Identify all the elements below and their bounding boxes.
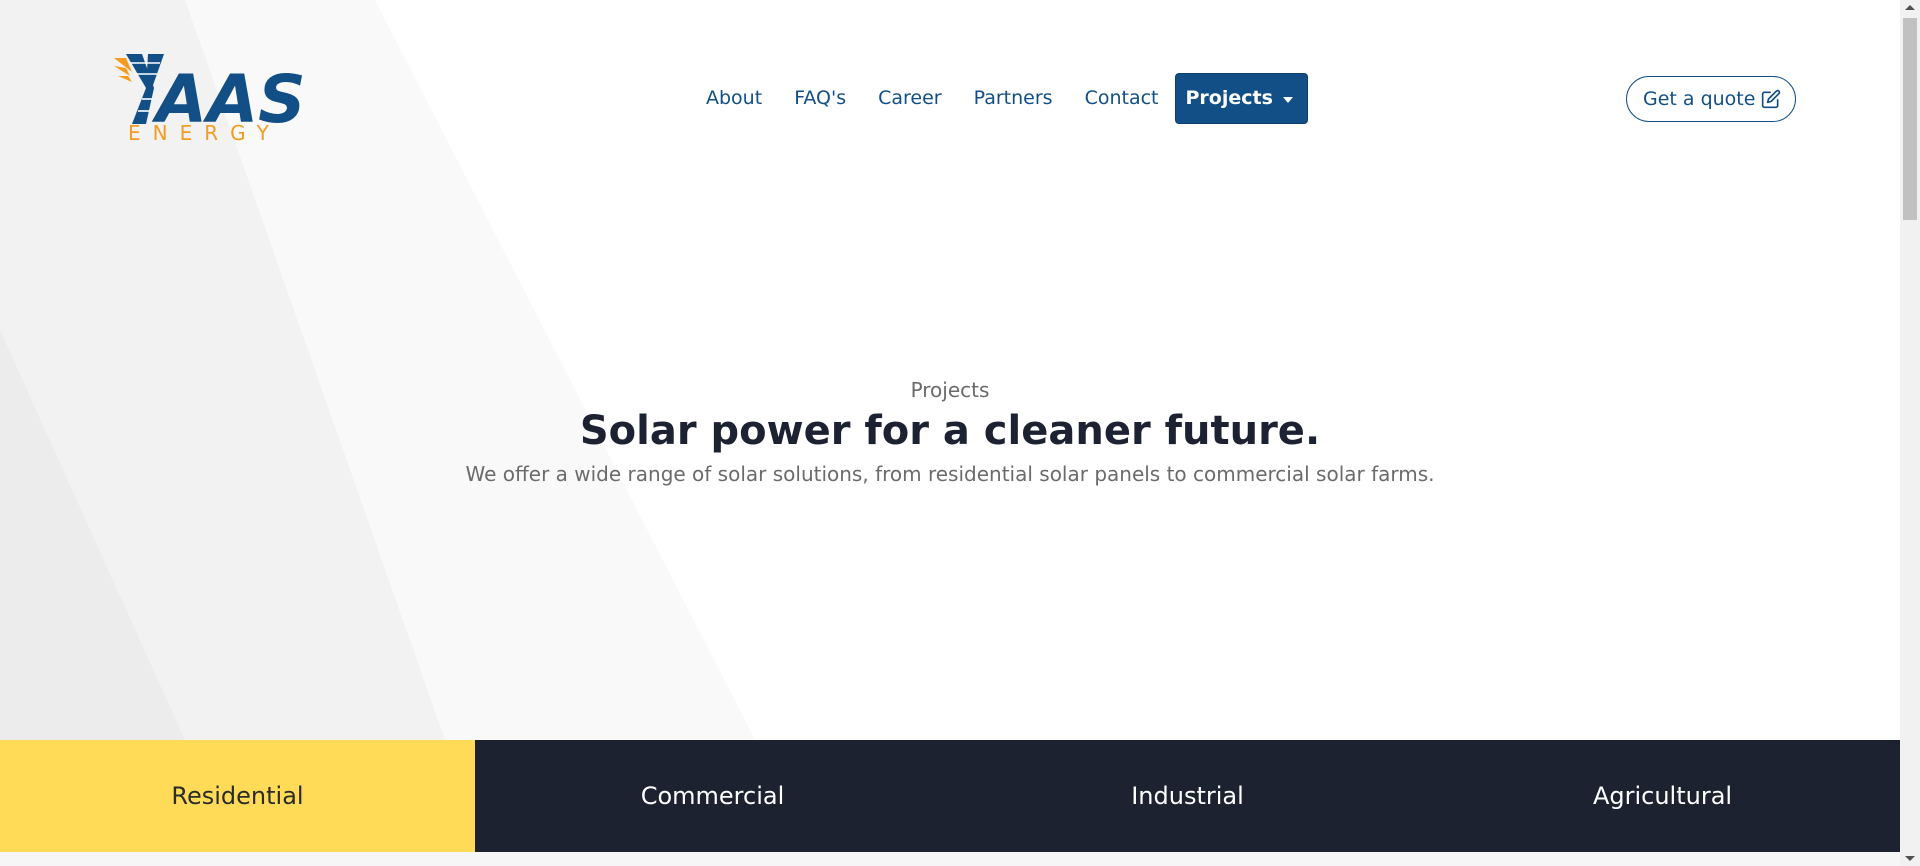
site-logo[interactable]: AAS ENERGY [112, 54, 312, 145]
caret-down-icon [1282, 96, 1293, 103]
scroll-down-arrow-icon[interactable] [1905, 856, 1915, 861]
get-a-quote-label: Get a quote [1643, 88, 1756, 110]
nav-link-faqs[interactable]: FAQ's [778, 73, 862, 124]
page-scrollbar[interactable] [1900, 0, 1920, 866]
aas-energy-logo-icon: AAS ENERGY [114, 54, 306, 145]
main-nav: About FAQ's Career Partners Contact Proj… [690, 73, 1308, 124]
edit-icon [1761, 89, 1781, 109]
tab-industrial[interactable]: Industrial [950, 740, 1425, 852]
nav-link-career[interactable]: Career [862, 73, 958, 124]
hero-title: Solar power for a cleaner future. [579, 408, 1321, 454]
nav-link-contact[interactable]: Contact [1069, 73, 1175, 124]
tab-agricultural[interactable]: Agricultural [1425, 740, 1900, 852]
hero-section: Projects Solar power for a cleaner futur… [0, 376, 1900, 488]
project-category-tabs: Residential Commercial Industrial Agricu… [0, 740, 1900, 852]
scrollbar-thumb[interactable] [1903, 18, 1917, 220]
content-area-top [0, 852, 1900, 866]
scroll-up-arrow-icon[interactable] [1905, 5, 1915, 10]
nav-link-partners[interactable]: Partners [958, 73, 1069, 124]
hero-kicker: Projects [910, 378, 990, 402]
get-a-quote-button[interactable]: Get a quote [1626, 76, 1797, 122]
tab-residential[interactable]: Residential [0, 740, 475, 852]
projects-dropdown-button[interactable]: Projects [1174, 73, 1308, 124]
tab-commercial[interactable]: Commercial [475, 740, 950, 852]
projects-dropdown-label: Projects [1185, 87, 1273, 109]
logo-subtext: ENERGY [128, 121, 281, 144]
hero-subtitle: We offer a wide range of solar solutions… [465, 462, 1435, 486]
nav-link-about[interactable]: About [690, 73, 778, 124]
page: AAS ENERGY About FAQ's Career Partners C… [0, 0, 1920, 866]
